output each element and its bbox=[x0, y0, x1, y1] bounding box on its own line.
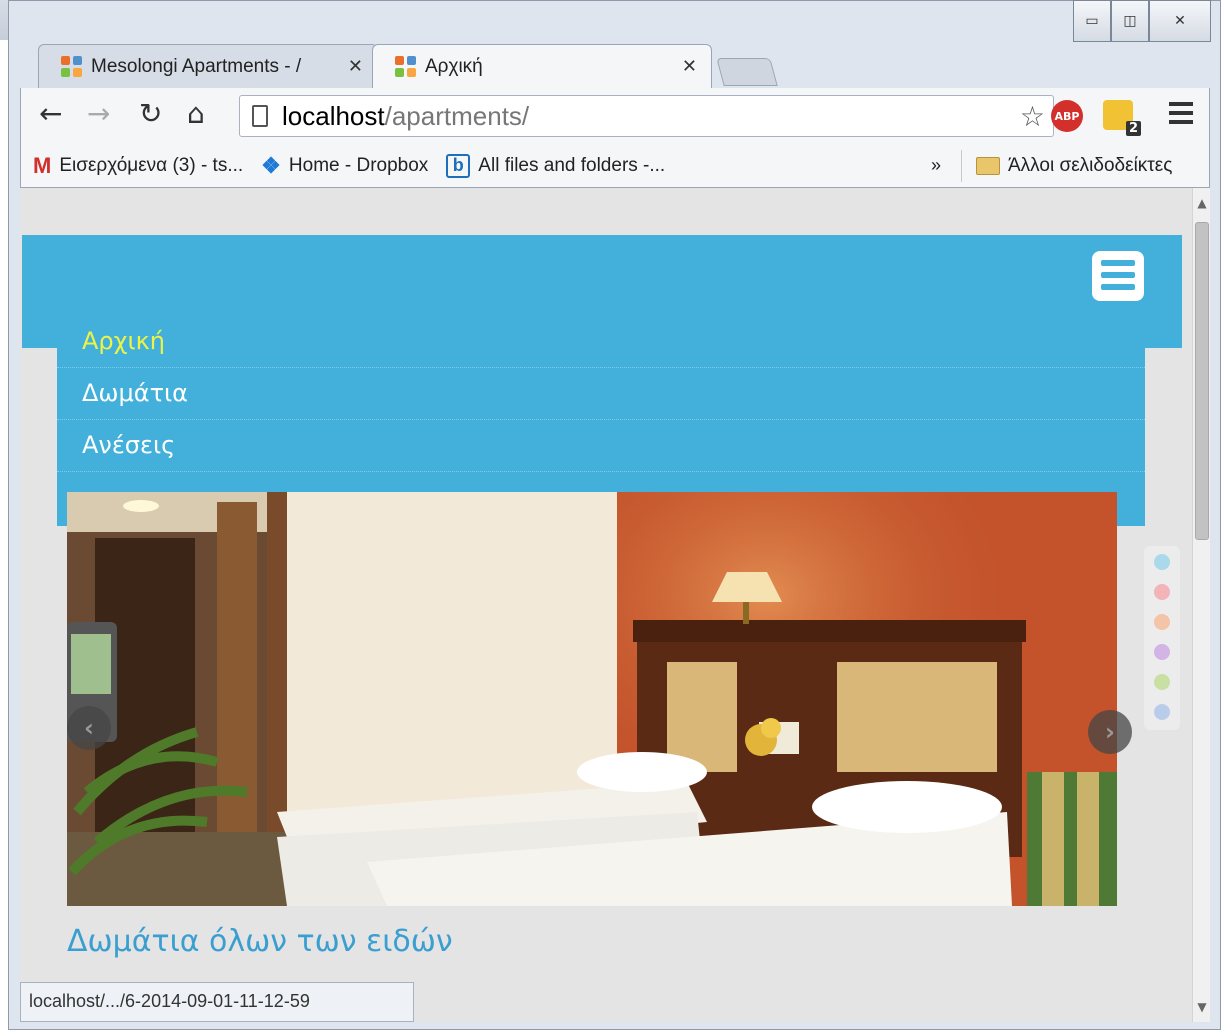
tab-mesolongi-apartments[interactable]: Mesolongi Apartments - / ✕ bbox=[38, 44, 378, 88]
bookmarks-bar: M Εισερχόμενα (3) - ts... ❖ Home - Dropb… bbox=[20, 144, 1210, 188]
menu-divider bbox=[57, 471, 1145, 472]
bookmarks-overflow-button[interactable]: » bbox=[931, 155, 941, 176]
other-bookmarks-label: Άλλοι σελιδοδείκτες bbox=[1008, 154, 1173, 176]
status-bar: localhost/.../6-2014-09-01-11-12-59 bbox=[20, 982, 414, 1022]
bookmark-gmail[interactable]: M Εισερχόμενα (3) - ts... bbox=[21, 153, 243, 179]
menu-item-home[interactable]: Αρχική bbox=[82, 327, 165, 355]
tab-home[interactable]: Αρχική ✕ bbox=[372, 44, 712, 88]
menu-item-amenities[interactable]: Ανέσεις bbox=[82, 431, 175, 459]
dropbox-icon: ❖ bbox=[261, 152, 281, 178]
close-window-button[interactable]: ✕ bbox=[1149, 0, 1211, 42]
slider-dot[interactable] bbox=[1154, 674, 1170, 690]
mobile-menu-toggle-icon[interactable] bbox=[1092, 251, 1144, 301]
close-icon: ✕ bbox=[1174, 13, 1186, 29]
new-tab-button[interactable] bbox=[716, 58, 778, 86]
bookmark-label: Home - Dropbox bbox=[288, 154, 429, 176]
slider-dot[interactable] bbox=[1154, 554, 1170, 570]
page-icon bbox=[252, 105, 268, 127]
extension-button[interactable]: 2 bbox=[1103, 100, 1141, 136]
bookmark-star-icon[interactable]: ☆ bbox=[1020, 100, 1045, 133]
tab-title: Αρχική bbox=[425, 55, 483, 77]
bookmark-label: All files and folders -... bbox=[478, 154, 666, 176]
window-controls: ▭ ◫ ✕ bbox=[1073, 0, 1211, 42]
bookmark-box[interactable]: b All files and folders -... bbox=[446, 153, 666, 178]
scrollbar-thumb[interactable] bbox=[1195, 222, 1209, 540]
folder-icon bbox=[976, 156, 1000, 175]
chevron-right-icon: › bbox=[1105, 718, 1115, 746]
scroll-up-arrow-icon[interactable]: ▲ bbox=[1193, 192, 1211, 214]
address-bar[interactable]: localhost/apartments/ ☆ bbox=[239, 95, 1054, 137]
tab-close-icon[interactable]: ✕ bbox=[348, 56, 363, 77]
maximize-button[interactable]: ◫ bbox=[1111, 0, 1149, 42]
slider-dot[interactable] bbox=[1154, 584, 1170, 600]
adblock-extension-button[interactable]: ABP bbox=[1051, 100, 1083, 132]
menu-item-rooms[interactable]: Δωμάτια bbox=[82, 379, 188, 407]
slider-dot[interactable] bbox=[1154, 644, 1170, 660]
forward-arrow-icon[interactable]: → bbox=[87, 100, 110, 128]
slider-dot[interactable] bbox=[1154, 704, 1170, 720]
home-icon[interactable]: ⌂ bbox=[187, 100, 205, 128]
reload-icon[interactable]: ↻ bbox=[139, 100, 162, 128]
menu-divider bbox=[57, 419, 1145, 420]
url-path: /apartments/ bbox=[384, 100, 530, 131]
site-header bbox=[22, 235, 1182, 348]
other-bookmarks-folder[interactable]: Άλλοι σελιδοδείκτες bbox=[976, 155, 1172, 177]
bookmarks-divider bbox=[961, 150, 962, 182]
status-url: localhost/.../6-2014-09-01-11-12-59 bbox=[29, 991, 310, 1011]
image-slider[interactable] bbox=[67, 492, 1117, 906]
hotel-room-photo bbox=[67, 492, 1117, 906]
vertical-scrollbar[interactable]: ▲ ▼ bbox=[1192, 188, 1210, 1022]
joomla-icon bbox=[61, 55, 83, 78]
joomla-icon bbox=[395, 55, 417, 78]
tab-title: Mesolongi Apartments - / bbox=[91, 55, 302, 77]
scroll-down-arrow-icon[interactable]: ▼ bbox=[1193, 996, 1211, 1018]
page-viewport: Αρχική Δωμάτια Ανέσεις ‹ › Δωμάτια όλων … bbox=[20, 188, 1192, 1022]
adblock-icon: ABP bbox=[1054, 109, 1080, 123]
tab-strip: Mesolongi Apartments - / ✕ Αρχική ✕ bbox=[20, 44, 1210, 88]
bookmark-label: Εισερχόμενα (3) - ts... bbox=[59, 154, 244, 176]
browser-toolbar: ← → ↻ ⌂ localhost/apartments/ ☆ ABP 2 bbox=[20, 88, 1210, 144]
back-arrow-icon[interactable]: ← bbox=[39, 100, 62, 128]
slider-prev-button[interactable]: ‹ bbox=[67, 706, 111, 750]
extension-badge: 2 bbox=[1125, 121, 1141, 136]
chevron-left-icon: ‹ bbox=[84, 714, 94, 742]
minimize-icon: ▭ bbox=[1085, 13, 1099, 29]
minimize-button[interactable]: ▭ bbox=[1073, 0, 1111, 42]
slide-caption: Δωμάτια όλων των ειδών bbox=[67, 924, 453, 959]
slider-next-button[interactable]: › bbox=[1088, 710, 1132, 754]
tab-close-icon[interactable]: ✕ bbox=[682, 56, 697, 77]
gmail-icon: M bbox=[33, 152, 52, 178]
bookmark-dropbox[interactable]: ❖ Home - Dropbox bbox=[261, 153, 428, 179]
chrome-menu-icon[interactable] bbox=[1169, 102, 1193, 129]
slider-pagination bbox=[1144, 546, 1180, 730]
restore-icon: ◫ bbox=[1123, 13, 1137, 29]
menu-divider bbox=[57, 367, 1145, 368]
slider-dot[interactable] bbox=[1154, 614, 1170, 630]
url-host: localhost bbox=[282, 100, 385, 131]
box-icon: b bbox=[446, 153, 471, 178]
